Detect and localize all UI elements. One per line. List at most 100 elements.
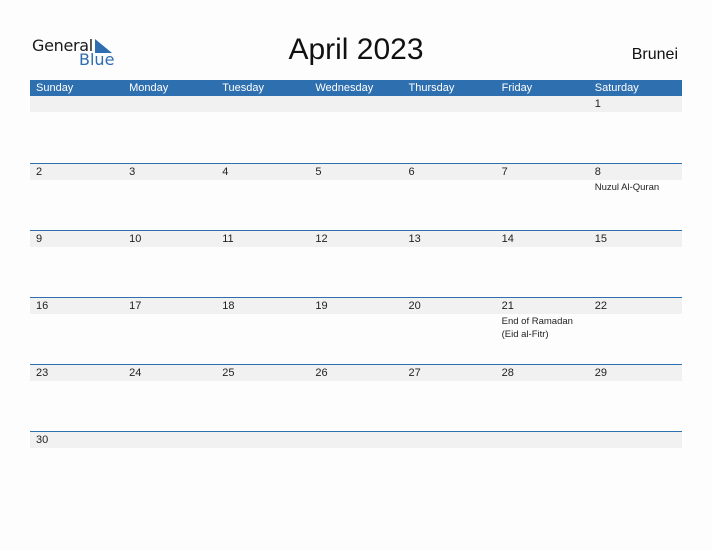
day-of-week-header: Sunday Monday Tuesday Wednesday Thursday… — [30, 80, 682, 96]
day-cell — [589, 432, 682, 448]
day-cell: 4 — [216, 164, 309, 194]
day-number: 16 — [36, 300, 49, 312]
dow-friday: Friday — [501, 82, 533, 94]
day-cell: 15 — [589, 231, 682, 247]
day-number: 3 — [129, 166, 136, 178]
day-number: 22 — [594, 300, 607, 312]
day-number: 19 — [315, 300, 328, 312]
week-row: 1 — [30, 96, 682, 163]
day-number: 27 — [408, 367, 421, 379]
day-cell: 2 — [30, 164, 123, 194]
day-number: 7 — [501, 166, 508, 178]
day-cell: 9 — [30, 231, 123, 247]
country-label: Brunei — [631, 46, 678, 63]
dow-wednesday: Wednesday — [315, 82, 374, 94]
calendar-title: April 2023 — [288, 33, 424, 66]
day-number — [502, 432, 589, 448]
day-number: 18 — [222, 300, 235, 312]
day-number: 8 — [594, 166, 601, 178]
day-cell — [123, 432, 216, 448]
day-number: 25 — [222, 367, 235, 379]
day-cell: 18 — [216, 298, 309, 341]
day-cell — [309, 432, 402, 448]
dow-monday: Monday — [129, 82, 169, 94]
week-cells: 1 — [30, 96, 682, 112]
dow-tuesday: Tuesday — [222, 82, 265, 94]
day-number — [315, 432, 402, 448]
day-number: 28 — [501, 367, 514, 379]
day-number: 26 — [315, 367, 328, 379]
week-row: 2 3 4 5 6 7 8 Nuzul Al-Quran — [30, 163, 682, 230]
day-number: 14 — [501, 233, 514, 245]
day-cell: 8 Nuzul Al-Quran — [589, 164, 682, 194]
holiday-label: End of Ramadan (Eid al-Fitr) — [501, 316, 573, 340]
day-number — [409, 432, 496, 448]
day-cell: 23 — [30, 365, 123, 381]
day-number: 15 — [594, 233, 607, 245]
day-number: 6 — [408, 166, 415, 178]
weeks-container: 1 2 3 4 5 6 7 8 Nuzul Al-Quran 9 10 11 12 13 14 15 16 17 1… — [30, 96, 682, 498]
day-number — [315, 96, 402, 112]
week-cells: 23 24 25 26 27 28 29 — [30, 365, 682, 381]
day-cell: 26 — [309, 365, 402, 381]
day-cell: 6 — [403, 164, 496, 194]
day-number: 24 — [129, 367, 142, 379]
dow-saturday: Saturday — [594, 82, 639, 94]
day-cell: 17 — [123, 298, 216, 341]
day-number: 5 — [315, 166, 322, 178]
day-cell — [216, 432, 309, 448]
day-number: 30 — [36, 434, 49, 446]
day-cell — [403, 432, 496, 448]
day-number: 13 — [408, 233, 421, 245]
day-number — [36, 96, 123, 112]
day-number: 23 — [36, 367, 49, 379]
day-cell: 13 — [403, 231, 496, 247]
day-cell: 16 — [30, 298, 123, 341]
day-cell: 29 — [589, 365, 682, 381]
day-cell — [30, 96, 123, 112]
day-number: 4 — [222, 166, 229, 178]
week-cells: 30 — [30, 432, 682, 448]
day-number: 11 — [222, 233, 234, 245]
day-cell — [403, 96, 496, 112]
day-cell: 14 — [496, 231, 589, 247]
day-number — [409, 96, 496, 112]
holiday-label: Nuzul Al-Quran — [594, 182, 660, 193]
day-cell: 28 — [496, 365, 589, 381]
day-number: 10 — [129, 233, 142, 245]
day-cell — [216, 96, 309, 112]
day-number — [129, 96, 216, 112]
day-number: 9 — [36, 233, 43, 245]
day-cell: 30 — [30, 432, 123, 448]
day-cell: 10 — [123, 231, 216, 247]
day-number: 12 — [315, 233, 328, 245]
day-number: 20 — [408, 300, 421, 312]
day-number — [502, 96, 589, 112]
week-cells: 2 3 4 5 6 7 8 Nuzul Al-Quran — [30, 164, 682, 194]
week-cells: 9 10 11 12 13 14 15 — [30, 231, 682, 247]
day-cell: 1 — [589, 96, 682, 112]
day-cell: 27 — [403, 365, 496, 381]
day-number: 2 — [36, 166, 43, 178]
day-cell — [496, 96, 589, 112]
day-cell — [309, 96, 402, 112]
week-row: 23 24 25 26 27 28 29 — [30, 364, 682, 431]
day-number: 17 — [129, 300, 142, 312]
day-number — [595, 432, 682, 448]
week-row: 9 10 11 12 13 14 15 — [30, 230, 682, 297]
day-cell: 22 — [589, 298, 682, 341]
day-number — [129, 432, 216, 448]
day-cell: 20 — [403, 298, 496, 341]
day-cell: 24 — [123, 365, 216, 381]
dow-thursday: Thursday — [408, 82, 455, 94]
calendar-grid: Sunday Monday Tuesday Wednesday Thursday… — [30, 80, 682, 498]
dow-sunday: Sunday — [36, 82, 74, 94]
day-number — [222, 432, 309, 448]
day-number — [222, 96, 309, 112]
week-cells: 16 17 18 19 20 21 End of Ramadan (Eid al-Fitr)… — [30, 298, 682, 341]
week-row: 30 — [30, 431, 682, 498]
day-cell: 7 — [496, 164, 589, 194]
day-cell — [496, 432, 589, 448]
day-cell: 5 — [309, 164, 402, 194]
day-number: 29 — [594, 367, 607, 379]
